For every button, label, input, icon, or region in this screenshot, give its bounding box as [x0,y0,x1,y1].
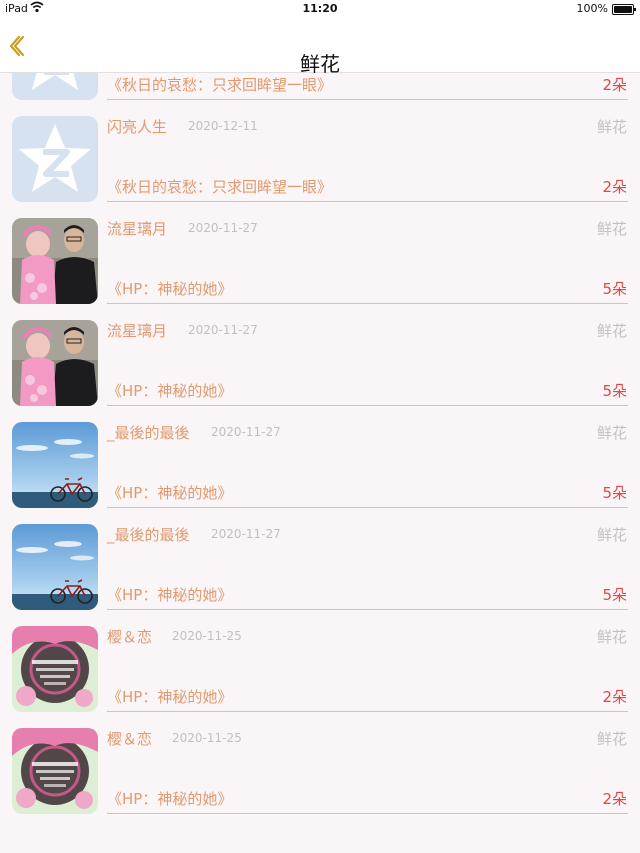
status-bar: iPad 11:20 100% [0,0,640,18]
list-item[interactable]: 《秋日的哀愁：只求回眸望一眼》 2朵 [0,73,640,104]
gift-type: 鲜花 [596,118,627,136]
avatar[interactable] [12,524,98,610]
gift-date: 2020-11-25 [172,731,242,745]
gift-count: 2朵 [602,790,627,808]
user-name[interactable]: 闪亮人生 [107,116,167,137]
gift-count: 5朵 [602,382,627,400]
gift-type: 鲜花 [596,220,627,238]
gift-date: 2020-11-27 [188,323,258,337]
avatar[interactable] [12,422,98,508]
gift-count: 5朵 [602,280,627,298]
avatar[interactable] [12,116,98,202]
gift-date: 2020-11-27 [211,425,281,439]
user-name[interactable]: 樱＆恋 [107,728,152,749]
list-item[interactable]: _最後的最後 2020-11-27 鲜花《HP：神秘的她》 5朵 [0,410,640,512]
gift-date: 2020-11-25 [172,629,242,643]
list-item[interactable]: 樱＆恋 2020-11-25 鲜花《HP：神秘的她》 2朵 [0,614,640,716]
book-title[interactable]: 《HP：神秘的她》 [107,584,232,605]
user-name[interactable]: _最後的最後 [107,422,190,443]
divider [107,507,628,508]
gift-count: 2朵 [602,688,627,706]
avatar[interactable] [12,73,98,100]
gift-date: 2020-11-27 [211,527,281,541]
book-title[interactable]: 《HP：神秘的她》 [107,380,232,401]
gift-type: 鲜花 [596,526,627,544]
divider [107,813,628,814]
book-title[interactable]: 《HP：神秘的她》 [107,788,232,809]
gift-count: 5朵 [602,484,627,502]
gift-type: 鲜花 [596,424,627,442]
gift-count: 5朵 [602,586,627,604]
gift-record-list[interactable]: 《秋日的哀愁：只求回眸望一眼》 2朵 闪亮人生 2020-12-11 鲜花 《秋日的哀愁：… [0,73,640,853]
book-title[interactable]: 《HP：神秘的她》 [107,686,232,707]
avatar[interactable] [12,626,98,712]
divider [107,609,628,610]
status-time: 11:20 [302,2,338,15]
list-item[interactable]: 流星璃月 2020-11-27 鲜花《HP：神秘的她》 5朵 [0,308,640,410]
avatar[interactable] [12,320,98,406]
gift-date: 2020-11-27 [188,221,258,235]
divider [107,405,628,406]
divider [107,711,628,712]
gift-type: 鲜花 [596,730,627,748]
battery-percent: 100% [576,2,608,15]
list-item[interactable]: 闪亮人生 2020-12-11 鲜花《秋日的哀愁：只求回眸望一眼》 2朵 [0,104,640,206]
user-name[interactable]: 流星璃月 [107,218,167,239]
gift-date: 2020-12-11 [188,119,258,133]
divider [107,99,628,100]
list-item[interactable]: _最後的最後 2020-11-27 鲜花《HP：神秘的她》 5朵 [0,512,640,614]
navigation-bar: 鲜花 [0,18,640,76]
divider [107,201,628,202]
divider [107,303,628,304]
book-title[interactable]: 《HP：神秘的她》 [107,482,232,503]
avatar[interactable] [12,728,98,814]
gift-type: 鲜花 [596,628,627,646]
book-title[interactable]: 《秋日的哀愁：只求回眸望一眼》 [107,176,332,197]
gift-type: 鲜花 [596,322,627,340]
book-title[interactable]: 《秋日的哀愁：只求回眸望一眼》 [107,74,332,95]
list-item[interactable]: 樱＆恋 2020-11-25 鲜花《HP：神秘的她》 2朵 [0,716,640,818]
user-name[interactable]: _最後的最後 [107,524,190,545]
list-item[interactable]: 流星璃月 2020-11-27 鲜花《HP：神秘的她》 5朵 [0,206,640,308]
gift-count: 2朵 [602,178,627,196]
gift-count: 2朵 [602,76,627,94]
avatar[interactable] [12,218,98,304]
user-name[interactable]: 流星璃月 [107,320,167,341]
book-title[interactable]: 《HP：神秘的她》 [107,278,232,299]
user-name[interactable]: 樱＆恋 [107,626,152,647]
battery-icon [612,4,636,15]
